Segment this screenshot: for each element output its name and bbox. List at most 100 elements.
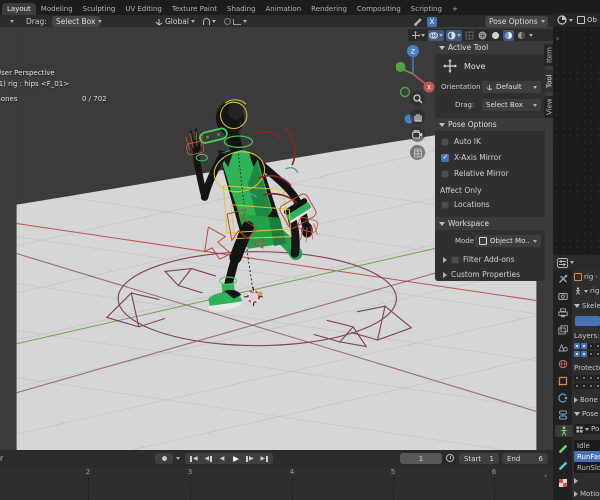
transform-orientation-dropdown[interactable]: Global — [155, 16, 195, 27]
armature-layers-row2[interactable] — [574, 351, 600, 357]
editor-type-icon[interactable] — [557, 15, 567, 25]
current-frame-field[interactable]: 1 — [400, 453, 442, 464]
zoom-button[interactable] — [410, 91, 425, 106]
properties-tab-texture[interactable] — [557, 477, 569, 489]
custom-properties-row[interactable]: Custom Properties — [443, 270, 520, 279]
properties-tab-bone[interactable] — [557, 443, 569, 455]
pan-button[interactable] — [410, 109, 425, 124]
chevron-down-icon[interactable] — [569, 18, 573, 22]
xray-toggle[interactable] — [464, 30, 475, 41]
properties-tab-constraints[interactable] — [557, 409, 569, 421]
play-button[interactable]: ▶ — [229, 453, 243, 464]
tab-scripting[interactable]: Scripting — [406, 3, 447, 15]
next-keyframe-button[interactable]: ▶ — [243, 453, 257, 464]
timeline-ruler[interactable]: 2 3 4 5 6 ‹ — [0, 467, 553, 500]
jump-to-start-button[interactable]: ◀ — [187, 453, 201, 464]
relative-mirror-row[interactable]: Relative Mirror — [441, 169, 509, 178]
tab-uv-editing[interactable]: UV Editing — [120, 3, 167, 15]
use-preview-range-button[interactable] — [446, 454, 454, 462]
auto-ik-checkbox[interactable] — [441, 137, 449, 146]
tab-rendering[interactable]: Rendering — [306, 3, 352, 15]
tab-animation[interactable]: Animation — [260, 3, 306, 15]
auto-ik-row[interactable]: Auto IK — [441, 137, 481, 146]
jump-to-end-button[interactable]: ▶ — [257, 453, 271, 464]
properties-tab-render[interactable] — [557, 290, 569, 302]
properties-tab-scene[interactable] — [557, 341, 569, 353]
protected-layers-row2[interactable] — [574, 383, 600, 389]
shading-dropdown-chevron[interactable] — [529, 33, 533, 37]
shading-rendered-button[interactable] — [516, 30, 527, 41]
breadcrumb[interactable]: rig › — [574, 273, 598, 281]
relative-mirror-checkbox[interactable] — [441, 169, 449, 178]
tab-layout[interactable]: Layout — [2, 3, 36, 15]
shading-wireframe-button[interactable] — [477, 30, 488, 41]
show-overlays-dropdown[interactable] — [428, 29, 444, 41]
shader-context-label[interactable]: Ob — [587, 16, 597, 24]
tab-texture-paint[interactable]: Texture Paint — [167, 3, 222, 15]
active-tool-panel-header[interactable]: Active Tool — [435, 41, 545, 54]
chevron-down-icon[interactable] — [570, 261, 574, 264]
skeleton-panel-header[interactable]: Skeleto... — [574, 302, 600, 310]
properties-tab-bone-constraint[interactable] — [557, 460, 569, 472]
pose-position-button[interactable] — [575, 316, 600, 326]
id-name-row[interactable]: rig — [574, 287, 599, 295]
properties-editor-icon[interactable] — [557, 257, 568, 268]
frame-end-field[interactable]: End 6 — [502, 453, 548, 464]
filter-addons-row[interactable]: Filter Add-ons — [443, 255, 515, 264]
xray-dropdown[interactable] — [446, 29, 462, 41]
show-gizmo-dropdown[interactable] — [410, 30, 426, 41]
motion-paths-panel-header[interactable]: Motion... — [574, 490, 600, 498]
properties-tab-output[interactable] — [557, 307, 569, 319]
tab-sculpting[interactable]: Sculpting — [78, 3, 121, 15]
properties-tab-view-layer[interactable] — [557, 324, 569, 336]
bone-groups-panel-header[interactable]: Bone G... — [574, 396, 600, 404]
pose-library-id-dropdown[interactable]: Po... — [574, 424, 600, 434]
orthographic-toggle-button[interactable] — [410, 145, 425, 160]
pose-list-item-selected[interactable]: RunFast — [574, 451, 600, 462]
select-box-dropdown[interactable]: Select Box — [52, 16, 103, 27]
open-sidebar-chevron[interactable]: › — [556, 34, 559, 43]
properties-tab-world[interactable] — [557, 358, 569, 370]
locations-checkbox[interactable] — [441, 200, 449, 209]
shading-material-button[interactable] — [503, 29, 514, 41]
mode-value-dropdown[interactable]: Object Mo... — [475, 235, 541, 247]
armature-name-field[interactable]: rig — [590, 287, 599, 295]
list-expand-arrow[interactable] — [574, 478, 578, 484]
prev-keyframe-button[interactable]: ◀ — [201, 453, 215, 464]
tab-modeling[interactable]: Modeling — [36, 3, 78, 15]
pose-list-item[interactable]: Idle — [574, 440, 600, 451]
pose-options-panel-header[interactable]: Pose Options — [435, 118, 545, 131]
locations-row[interactable]: Locations — [441, 200, 490, 209]
tab-compositing[interactable]: Compositing — [352, 3, 406, 15]
tab-shading[interactable]: Shading — [222, 3, 260, 15]
x-axis-mirror-checkbox[interactable] — [441, 153, 449, 162]
armature-layers-row1[interactable] — [574, 343, 600, 349]
auto-keying-button[interactable] — [155, 453, 173, 464]
gizmo-neg-y-axis[interactable] — [399, 86, 411, 98]
pose-bone-mirror-icon[interactable] — [413, 16, 423, 27]
orientation-value-dropdown[interactable]: Default — [482, 81, 541, 93]
pose-library-panel-header[interactable]: Pose Li... — [574, 410, 600, 418]
proportional-editing-dropdown[interactable] — [224, 16, 247, 27]
play-reverse-button[interactable]: ◀ — [215, 453, 229, 464]
node-editor-canvas[interactable]: › — [553, 27, 600, 255]
x-axis-mirror-toggle[interactable]: X — [427, 16, 437, 27]
pose-list-item[interactable]: RunSlow — [574, 462, 600, 473]
properties-tab-object[interactable] — [557, 375, 569, 387]
pose-options-dropdown[interactable]: Pose Options — [485, 16, 548, 27]
properties-tab-object-data[interactable] — [555, 425, 572, 437]
snap-dropdown[interactable] — [203, 16, 216, 27]
properties-tab-physics[interactable] — [557, 392, 569, 404]
shading-solid-button[interactable] — [490, 30, 501, 41]
protected-layers-row1[interactable] — [574, 375, 600, 381]
filter-addons-checkbox[interactable] — [451, 255, 459, 264]
workspace-panel-header[interactable]: Workspace — [435, 217, 545, 230]
properties-tab-tool[interactable] — [557, 273, 569, 285]
region-corner-chevron[interactable]: ‹ — [544, 471, 547, 480]
camera-view-button[interactable] — [410, 127, 425, 142]
timeline-clipped-menu[interactable]: r — [0, 454, 3, 463]
drag-value-dropdown[interactable]: Select Box — [482, 99, 541, 111]
auto-keying-dropdown[interactable] — [176, 457, 180, 460]
active-tool-dropdown[interactable] — [10, 16, 14, 27]
x-axis-mirror-row[interactable]: X-Axis Mirror — [441, 153, 501, 162]
